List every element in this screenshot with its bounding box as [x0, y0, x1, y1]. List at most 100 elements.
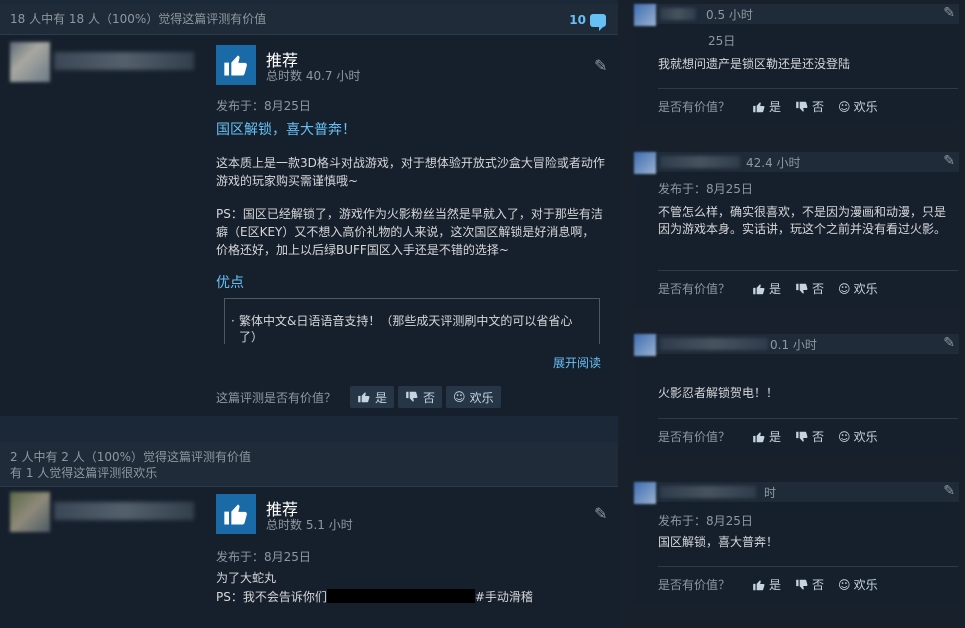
pros-heading: 优点: [216, 275, 244, 291]
vote-funny-label: 欢乐: [853, 282, 878, 296]
side-review-header[interactable]: 0.1 小时 ✎: [634, 334, 959, 356]
vote-no-button[interactable]: 否: [398, 386, 443, 408]
helpful-vote-row: 是否有价值？ 是 否 ☺ 欢乐: [658, 98, 878, 115]
side-review-card: 0.5 小时 ✎ 25日 我就想问遗产是锁区勒还是还没登陆 是否有价值？ 是 否…: [634, 4, 959, 126]
side-review-header[interactable]: 42.4 小时 ✎: [634, 152, 959, 174]
comments-count[interactable]: 10: [569, 12, 606, 31]
review-text-prefix: PS：我不会告诉你们: [216, 590, 327, 604]
review-helpful-summary: 18 人中有 18 人（100%）觉得这篇评测有价值 10: [0, 4, 618, 35]
award-icon[interactable]: ✎: [943, 483, 955, 499]
award-icon[interactable]: ✎: [594, 504, 607, 523]
divider: [658, 566, 958, 567]
posted-date: 发布于：8月25日: [658, 182, 753, 196]
reviewer-name[interactable]: [660, 486, 756, 498]
hours-played: 0.1 小时: [770, 338, 817, 352]
award-icon[interactable]: ✎: [943, 5, 955, 21]
side-reviews-column: 0.5 小时 ✎ 25日 我就想问遗产是锁区勒还是还没登陆 是否有价值？ 是 否…: [618, 0, 965, 628]
side-review-text: 不管怎么样，确实很喜欢，不是因为漫画和动漫，只是因为游戏本身。实话讲，玩这个之前…: [658, 205, 947, 236]
thumbs-up-icon: [753, 283, 765, 294]
side-review-header[interactable]: 时 ✎: [634, 482, 959, 504]
vote-yes-button[interactable]: 是: [752, 428, 781, 445]
reviewer-info[interactable]: [10, 42, 200, 82]
thumbs-up-icon: [216, 494, 256, 534]
avatar[interactable]: [634, 334, 656, 356]
vote-yes-label: 是: [769, 100, 782, 114]
hours-played: 总时数 40.7 小时: [266, 69, 361, 83]
vote-no-button[interactable]: 否: [795, 98, 824, 115]
hours-played: 时: [764, 486, 777, 500]
thumbs-up-icon: [753, 431, 765, 442]
pros-item: 繁体中文&日语语音支持！（那些成天评测刷中文的可以省省心了）: [239, 314, 573, 344]
vote-no-label: 否: [812, 282, 825, 296]
avatar[interactable]: [634, 4, 656, 26]
avatar[interactable]: [10, 492, 50, 532]
posted-date: 发布于：8月25日: [216, 550, 311, 564]
avatar[interactable]: [634, 482, 656, 504]
side-review-text: 国区解锁，喜大普奔！: [658, 535, 779, 549]
smiley-icon: ☺: [838, 281, 851, 296]
reviewer-name[interactable]: [660, 156, 740, 168]
vote-yes-label: 是: [769, 282, 782, 296]
helpful-question: 是否有价值？: [658, 430, 731, 444]
vote-funny-label: 欢乐: [853, 100, 878, 114]
vote-yes-button[interactable]: 是: [752, 280, 781, 297]
helpful-question: 是否有价值？: [658, 578, 731, 592]
vote-yes-button[interactable]: 是: [350, 386, 395, 408]
vote-funny-label: 欢乐: [853, 578, 878, 592]
vote-no-button[interactable]: 否: [795, 280, 824, 297]
vote-no-button[interactable]: 否: [795, 428, 824, 445]
vote-funny-button[interactable]: ☺ 欢乐: [838, 98, 878, 115]
review-card: 18 人中有 18 人（100%）觉得这篇评测有价值 10 推荐 总时数 40.…: [0, 4, 618, 416]
thumbs-up-icon: [358, 392, 370, 403]
review-paragraph: 为了大蛇丸: [216, 571, 277, 585]
hours-played: 总时数 5.1 小时: [266, 518, 353, 532]
helpful-summary-text: 18 人中有 18 人（100%）觉得这篇评测有价值: [10, 12, 267, 26]
award-icon[interactable]: ✎: [943, 153, 955, 169]
reviewer-name[interactable]: [660, 8, 696, 20]
helpful-question: 这篇评测是否有价值？: [216, 390, 337, 405]
thumbs-down-icon: [796, 283, 808, 294]
main-reviews-column: 18 人中有 18 人（100%）觉得这篇评测有价值 10 推荐 总时数 40.…: [0, 0, 618, 628]
side-review-card: 0.1 小时 ✎ 火影忍者解锁贺电！！ 是否有价值？ 是 否 ☺ 欢乐: [634, 334, 959, 456]
reviewer-name[interactable]: [54, 52, 194, 70]
posted-date: 发布于：8月25日: [216, 99, 311, 113]
pros-list: · 繁体中文&日语语音支持！（那些成天评测刷中文的可以省省心了）: [224, 298, 600, 344]
review-paragraph: PS：国区已经解锁了，游戏作为火影粉丝当然是早就入了，对于那些有洁癖（E区KEY…: [216, 207, 603, 257]
review-text-suffix: #手动滑稽: [474, 590, 533, 604]
vote-funny-button[interactable]: ☺ 欢乐: [838, 576, 878, 593]
thumbs-down-icon: [796, 101, 808, 112]
helpful-summary-text: 2 人中有 2 人（100%）觉得这篇评测有价值: [10, 450, 252, 464]
vote-yes-button[interactable]: 是: [752, 576, 781, 593]
comment-icon: [590, 13, 606, 31]
helpful-question: 是否有价值？: [658, 100, 731, 114]
expand-review-link[interactable]: 展开阅读: [553, 354, 601, 371]
avatar[interactable]: [10, 42, 50, 82]
avatar[interactable]: [634, 152, 656, 174]
reviewer-name[interactable]: [54, 502, 194, 520]
smiley-icon: ☺: [838, 577, 851, 592]
reviewer-info[interactable]: [10, 492, 200, 532]
comment-count-value: 10: [569, 13, 586, 27]
review-paragraph: PS：我不会告诉你们 #手动滑稽: [216, 587, 616, 606]
vote-no-button[interactable]: 否: [795, 576, 824, 593]
divider: [658, 88, 958, 89]
helpful-vote-row: 是否有价值？ 是 否 ☺ 欢乐: [658, 576, 878, 593]
hours-played: 0.5 小时: [706, 8, 753, 22]
vote-yes-label: 是: [769, 578, 782, 592]
side-review-header[interactable]: 0.5 小时 ✎: [634, 4, 959, 26]
vote-funny-label: 欢乐: [853, 430, 878, 444]
thumbs-down-icon: [406, 391, 418, 402]
side-review-text: 火影忍者解锁贺电！！: [658, 386, 779, 400]
award-icon[interactable]: ✎: [943, 335, 955, 351]
reviewer-name[interactable]: [660, 338, 768, 350]
vote-funny-button[interactable]: ☺ 欢乐: [838, 280, 878, 297]
vote-funny-button[interactable]: ☺ 欢乐: [446, 386, 501, 408]
smiley-icon: ☺: [838, 429, 851, 444]
thumbs-down-icon: [796, 579, 808, 590]
vote-funny-button[interactable]: ☺ 欢乐: [838, 428, 878, 445]
helpful-vote-row: 这篇评测是否有价值？ 是 否 ☺ 欢乐: [216, 386, 501, 408]
award-icon[interactable]: ✎: [594, 56, 607, 75]
review-helpful-summary: 2 人中有 2 人（100%）觉得这篇评测有价值 有 1 人觉得这篇评测很欢乐: [0, 442, 618, 487]
side-review-text: 我就想问遗产是锁区勒还是还没登陆: [658, 57, 851, 71]
vote-yes-button[interactable]: 是: [752, 98, 781, 115]
